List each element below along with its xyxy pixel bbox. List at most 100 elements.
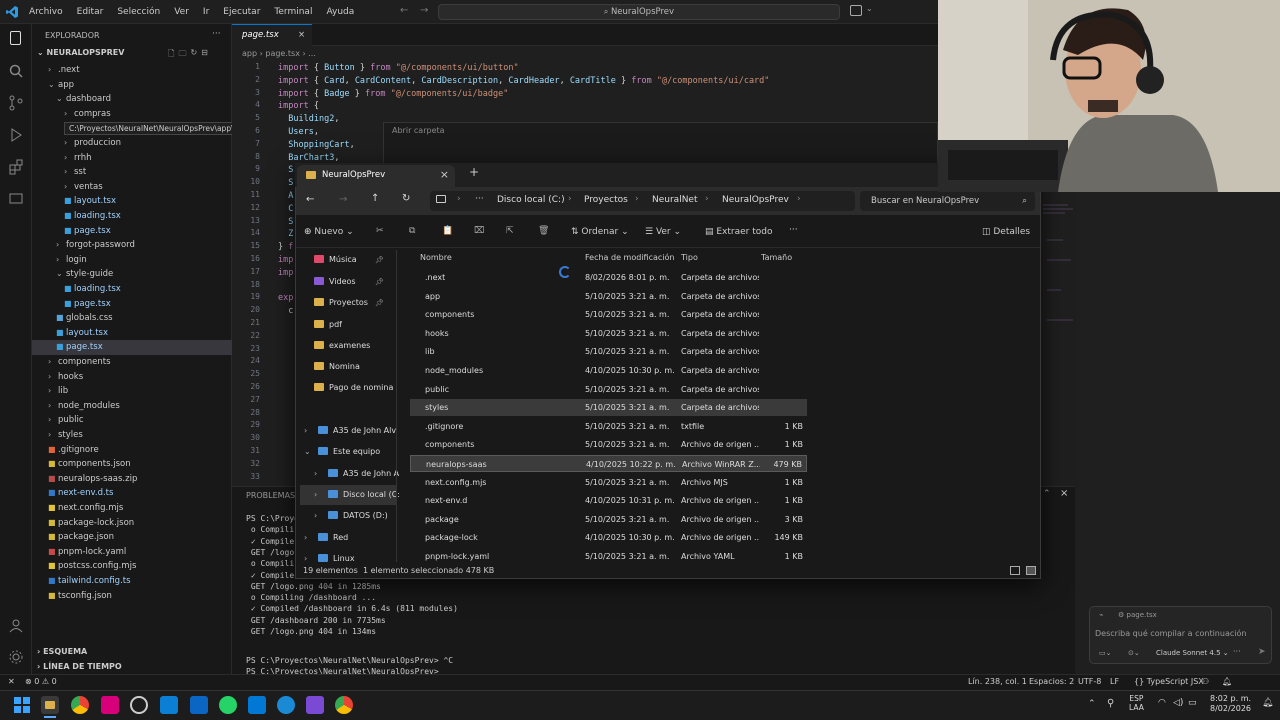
tree-item[interactable]: ■ page.tsx [32,340,232,355]
nav-item[interactable]: Música 📌︎ [300,250,396,270]
nav-item[interactable]: ⌄ Este equipo [300,442,396,462]
location-icon[interactable]: ⚲ [1107,698,1114,709]
file-row[interactable]: styles 5/10/2025 3:21 a. m. Carpeta de arc… [410,399,807,417]
copilot-icon[interactable] [850,5,862,16]
breadcrumb-proyectos[interactable]: Proyectos [584,195,628,205]
extensions-icon[interactable] [8,159,24,175]
new-file-icon[interactable]: 🗋 [168,48,174,62]
new-button[interactable]: ⊕ Nuevo ⌄ [304,227,354,237]
cursor-position[interactable]: Lín. 238, col. 1 [968,677,1027,686]
refresh-icon[interactable]: ↻ [402,193,410,204]
code-line[interactable]: c [278,305,293,318]
notifications-bell-icon[interactable]: 🔔︎ [1222,677,1232,686]
nav-item[interactable]: › Disco local (C: [300,485,400,505]
file-row[interactable]: next-env.d 4/10/2025 10:31 p. m. Archivo d… [410,492,807,509]
tree-item[interactable]: ■ globals.css [32,311,232,326]
tree-item[interactable]: ■ package-lock.json [32,516,232,531]
code-line[interactable]: S [278,216,293,229]
tree-item[interactable]: › lib [32,384,232,399]
tree-item[interactable]: ■ package.json [32,530,232,545]
menu-ejecutar[interactable]: Ejecutar [216,0,267,24]
breadcrumb-disk[interactable]: Disco local (C:) [497,195,565,205]
breadcrumb-app[interactable]: app [242,49,257,58]
col-size[interactable]: Tamaño [761,253,792,262]
forward-arrow-icon[interactable]: → [420,5,428,16]
sort-button[interactable]: ⇅ Ordenar ⌄ [571,227,629,237]
file-row[interactable]: components 5/10/2025 3:21 a. m. Archivo de… [410,436,807,453]
indentation[interactable]: Espacios: 2 [1029,677,1074,686]
tree-item[interactable]: › styles [32,428,232,443]
code-line[interactable]: imp [278,267,293,280]
more-actions-icon[interactable]: ··· [212,29,221,39]
col-date[interactable]: Fecha de modificación [585,253,674,262]
nav-item[interactable]: Nomina [300,357,396,377]
search-icon[interactable] [8,63,24,79]
visual-studio-icon[interactable] [306,696,324,714]
maximize-panel-icon[interactable]: ⌃ [1043,489,1051,499]
file-row[interactable]: lib 5/10/2025 3:21 a. m. Carpeta de archiv… [410,343,807,360]
file-explorer-app-icon[interactable] [41,696,59,714]
details-view-icon[interactable] [1010,566,1020,575]
tree-item[interactable]: ■ pnpm-lock.yaml [32,545,232,560]
tree-item[interactable]: › login [32,253,232,268]
windows-start-icon[interactable] [13,696,31,714]
timeline-section[interactable]: › LÍNEA DE TIEMPO [37,662,122,671]
new-tab-icon[interactable]: + [469,165,479,179]
tree-item[interactable]: › .next [32,63,232,78]
chrome-icon[interactable] [71,696,89,714]
tree-item[interactable]: ■ tailwind.config.ts [32,574,232,589]
nav-item[interactable]: › A35 de John Alv [300,421,396,441]
input-language[interactable]: ESP LAA [1129,694,1144,712]
address-bar[interactable]: › ··· Disco local (C:) › Proyectos › Neu… [430,191,855,211]
account-icon[interactable] [8,617,24,633]
tree-item[interactable]: ■ page.tsx [32,224,232,239]
menu-ver[interactable]: Ver [167,0,196,24]
tree-item[interactable]: › components [32,355,232,370]
more-options-icon[interactable]: ··· [789,225,798,235]
agent-mode-icon[interactable]: ▭⌄ [1099,649,1111,657]
pin-icon[interactable]: 📌︎ [375,293,384,313]
tree-item[interactable]: ■ .gitignore [32,443,232,458]
code-line[interactable]: } f [278,241,293,254]
run-debug-icon[interactable] [8,127,24,143]
menu-seleccion[interactable]: Selección [110,0,167,24]
tree-item[interactable]: › sst [32,165,232,180]
tools-icon[interactable]: ⊙⌄ [1128,649,1140,657]
outline-section[interactable]: › ESQUEMA [37,647,87,656]
up-icon[interactable]: ↑ [371,193,379,204]
back-icon[interactable]: ← [306,194,314,205]
tree-item[interactable]: ■ components.json [32,457,232,472]
more-icon[interactable]: ··· [1233,647,1241,656]
vscode-taskbar-icon[interactable] [248,696,266,714]
encoding[interactable]: UTF-8 [1078,677,1101,686]
source-control-icon[interactable] [8,95,24,111]
model-picker[interactable]: Claude Sonnet 4.5 ⌄ [1156,649,1229,657]
line-ending[interactable]: LF [1110,677,1119,686]
menu-ir[interactable]: Ir [196,0,216,24]
code-line[interactable]: Users, [278,126,319,139]
delete-icon[interactable]: 🗑 [538,226,549,236]
file-row[interactable]: neuralops-saas 4/10/2025 10:22 p. m. Archi… [410,455,807,472]
tree-item[interactable]: ■ loading.tsx [32,282,232,297]
remote-icon[interactable]: ✕ [8,677,15,686]
tree-item[interactable]: ■ layout.tsx [32,326,232,341]
chevron-right-icon[interactable]: › [304,528,307,548]
volume-icon[interactable]: ◁) [1173,698,1183,708]
nav-item[interactable]: Pago de nomina [300,378,396,398]
menu-editar[interactable]: Editar [70,0,111,24]
code-line[interactable]: import { Button } from "@/components/ui/… [278,62,519,75]
extract-all-button[interactable]: ▤ Extraer todo [705,227,772,237]
tree-item[interactable]: › compras [32,107,232,122]
chevron-down-icon[interactable]: ⌄ [866,4,873,13]
battery-icon[interactable]: ▭ [1188,698,1197,708]
view-button[interactable]: ☰ Ver ⌄ [645,227,681,237]
settings-gear-icon[interactable] [8,649,24,665]
breadcrumb-more[interactable]: ... [308,49,316,58]
tree-item[interactable]: ⌄ dashboard [32,92,232,107]
copilot-status-icon[interactable]: ⚇ [1202,677,1209,686]
code-line[interactable]: A [278,190,293,203]
tree-item[interactable]: › public [32,413,232,428]
nav-item[interactable]: › DATOS (D:) [300,506,396,526]
tray-chevron-icon[interactable]: ⌃ [1088,699,1096,709]
code-line[interactable]: S [278,177,293,190]
